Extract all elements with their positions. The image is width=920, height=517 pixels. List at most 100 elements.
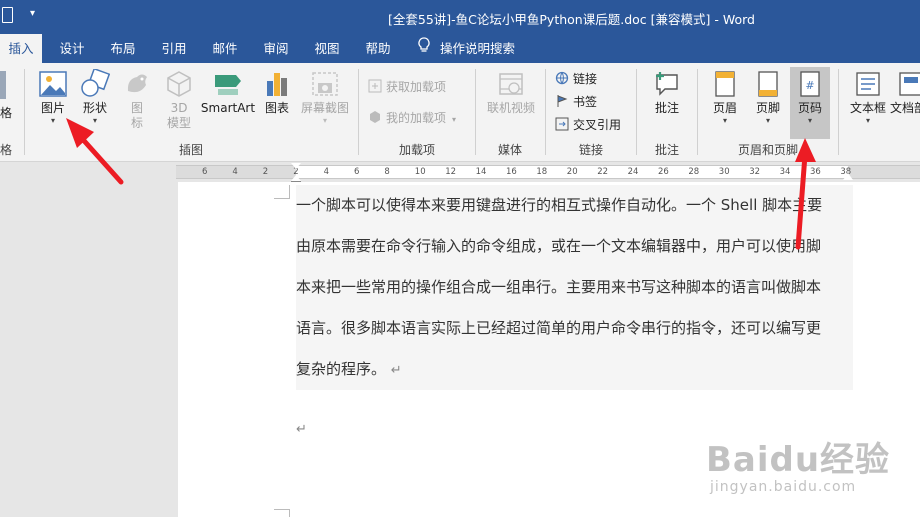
screenshot-icon: [312, 72, 338, 96]
tab-help[interactable]: 帮助: [358, 34, 398, 63]
ruler-number: 24: [627, 167, 639, 177]
ruler-number: 14: [475, 167, 487, 177]
ruler-number: 6: [354, 167, 360, 177]
ruler-number: 12: [445, 167, 457, 177]
picture-label: 图片: [40, 101, 65, 115]
my-addins-button[interactable]: 我的加载项 ▾: [368, 108, 456, 128]
tab-insert[interactable]: 插入: [0, 34, 42, 63]
cut-off-group-label: 格: [0, 143, 13, 157]
paragraph[interactable]: 一个脚本可以使得本来要用键盘进行的相互式操作自动化。一个 Shell 脚本主要 …: [296, 185, 853, 390]
online-video-button[interactable]: 联机视频: [482, 69, 540, 129]
tell-me-label: 操作说明搜索: [440, 41, 516, 56]
picture-button[interactable]: 图片 ▾: [34, 69, 72, 139]
link-button[interactable]: 链接: [555, 69, 597, 89]
document-parts-button[interactable]: 文档部: [890, 69, 920, 129]
watermark-url: jingyan.baidu.com: [710, 479, 857, 495]
horizontal-ruler[interactable]: 6 4 2 2 4 6 8 10 12 14 16 18 20 22 24 26 28 30 32 34 36 38: [176, 165, 920, 179]
group-separator: [24, 69, 25, 155]
new-comment-button[interactable]: 批注: [645, 69, 689, 129]
customize-quick-access-icon[interactable]: ▾: [30, 8, 35, 19]
text-line-content: 复杂的程序。: [296, 360, 387, 378]
header-label: 页眉: [712, 101, 737, 115]
get-addins-button[interactable]: 获取加载项: [368, 77, 446, 97]
file-icon[interactable]: [2, 7, 13, 23]
tell-me-search[interactable]: 操作说明搜索: [418, 34, 515, 63]
illustrations-group-label: 插图: [178, 143, 203, 157]
text-line: 由原本需要在命令行输入的命令组成，或在一个文本编辑器中，用户可以使用脚: [296, 237, 822, 255]
document-parts-label: 文档部: [890, 101, 920, 115]
get-addins-label: 获取加载项: [386, 80, 447, 94]
tab-view[interactable]: 视图: [307, 34, 347, 63]
document-parts-icon: [899, 72, 920, 96]
ribbon: 格 格 图片 ▾ 形状 ▾ 图 标 3D 模型 SmartArt 图表 屏幕截图…: [0, 63, 920, 162]
shapes-icon: [81, 69, 110, 97]
icons-label-2: 标: [130, 116, 143, 130]
cross-reference-label: 交叉引用: [573, 118, 622, 132]
title-bar: ▾ [全套55讲]-鱼C论坛小甲鱼Python课后题.doc [兼容模式] - …: [0, 0, 920, 34]
watermark-logo: Baidu经验: [706, 440, 891, 480]
header-icon: [715, 71, 735, 97]
bookmark-icon: [555, 94, 569, 108]
3d-models-label-2: 模型: [166, 116, 191, 130]
my-addins-icon: [368, 110, 382, 124]
empty-paragraph-mark: ↵: [296, 422, 307, 437]
screenshot-button[interactable]: 屏幕截图 ▾: [297, 69, 353, 141]
ruler-number: 4: [232, 167, 238, 177]
ruler-number: 32: [749, 167, 761, 177]
chart-label: 图表: [264, 101, 289, 115]
screenshot-label: 屏幕截图: [300, 101, 349, 115]
3d-models-label-1: 3D: [170, 101, 188, 115]
bookmark-button[interactable]: 书签: [555, 92, 597, 112]
smartart-label: SmartArt: [200, 101, 256, 115]
ruler-area: 6 4 2 2 4 6 8 10 12 14 16 18 20 22 24 26 28 30 32 34 36 38: [0, 162, 920, 182]
my-addins-label: 我的加载项: [386, 111, 447, 125]
tab-layout[interactable]: 布局: [103, 34, 143, 63]
group-separator: [475, 69, 476, 155]
comments-group-label: 批注: [654, 143, 679, 157]
header-footer-group-label: 页眉和页脚: [737, 143, 798, 157]
3d-models-button[interactable]: 3D 模型: [160, 69, 198, 141]
text-line-last: 复杂的程序。 ↵: [296, 349, 853, 390]
textbox-icon: [856, 72, 880, 96]
tab-design[interactable]: 设计: [52, 34, 92, 63]
ruler-number: 2: [262, 167, 269, 177]
ruler-number: 6: [202, 167, 208, 177]
shapes-button[interactable]: 形状 ▾: [76, 69, 114, 139]
smartart-button[interactable]: SmartArt: [200, 69, 256, 129]
ruler-number: 36: [810, 167, 821, 177]
ruler-number: 28: [688, 167, 700, 177]
text-line: 语言。很多脚本语言实际上已经超过简单的用户命令串行的指令，还可以编写更: [296, 319, 822, 337]
ruler-number: 26: [658, 167, 669, 177]
page-number-button[interactable]: # 页码 ▾: [790, 67, 830, 139]
cut-off-label: 格: [0, 106, 13, 120]
group-separator: [636, 69, 637, 155]
page-number-icon: #: [800, 71, 820, 97]
right-indent-marker[interactable]: [843, 173, 853, 180]
ruler-number: 20: [566, 167, 578, 177]
cross-reference-button[interactable]: 交叉引用: [555, 115, 621, 135]
smartart-icon: [215, 75, 241, 95]
icons-button[interactable]: 图 标: [119, 69, 155, 141]
ruler-number: 10: [414, 167, 426, 177]
text-line: 本来把一些常用的操作组合成一组串行。主要用来书写这种脚本的语言叫做脚本: [296, 278, 822, 296]
header-button[interactable]: 页眉 ▾: [705, 69, 745, 141]
ribbon-tab-bar: 插入 设计 布局 引用 邮件 审阅 视图 帮助 操作说明搜索: [0, 34, 920, 63]
icons-label-1: 图: [130, 101, 143, 115]
cut-off-icon: [0, 71, 6, 99]
comment-label: 批注: [654, 101, 679, 115]
tab-mailings[interactable]: 邮件: [205, 34, 245, 63]
paragraph-mark: ↵: [390, 363, 402, 378]
ruler-number: 18: [536, 167, 548, 177]
ruler-number: 16: [506, 167, 517, 177]
baidu-jingyan-watermark: Baidu经验 jingyan.baidu.com: [706, 432, 916, 502]
tab-references[interactable]: 引用: [154, 34, 194, 63]
first-line-indent-marker[interactable]: [291, 163, 301, 169]
textbox-button[interactable]: 文本框 ▾: [846, 69, 890, 129]
footer-button[interactable]: 页脚 ▾: [748, 69, 788, 141]
cross-reference-icon: [555, 117, 569, 131]
chart-button[interactable]: 图表: [259, 69, 295, 129]
footer-icon: [758, 71, 778, 97]
page-number-label: 页码: [797, 101, 822, 115]
tab-review[interactable]: 审阅: [256, 34, 296, 63]
links-group-label: 链接: [578, 143, 603, 157]
